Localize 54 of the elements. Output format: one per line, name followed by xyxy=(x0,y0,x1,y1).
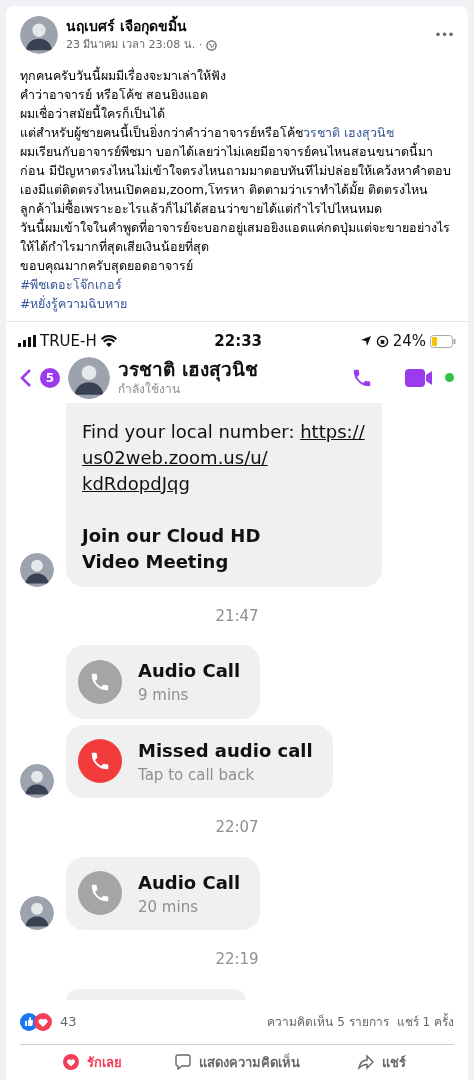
signal-icon xyxy=(18,335,36,348)
call-title: Audio Call xyxy=(138,870,241,895)
post-text: ทุกคนครับวันนี้ผมมีเรื่องจะมาเล่าให้ฟัง xyxy=(20,66,227,85)
wifi-icon xyxy=(100,335,117,348)
share-icon xyxy=(357,1054,374,1071)
call-bubble[interactable]: Missed audio call Tap to call back xyxy=(66,724,333,798)
message-link[interactable]: https:// xyxy=(300,420,365,442)
post-text: ขอบคุณมากครับสุดยอดอาจารย์ xyxy=(20,257,194,275)
message-text: Join our Cloud HD xyxy=(82,523,262,548)
message-link[interactable]: us02web.zoom.us/u/ xyxy=(82,446,268,468)
call-subtitle: 20 mins xyxy=(138,896,199,918)
post-text: ผมเชื่อว่าสมัยนี้ใครก็เป็นได้ xyxy=(20,104,166,123)
message-time: 21:47 xyxy=(215,605,259,627)
mention-link[interactable]: วรชาติ เฮงสุวนิช xyxy=(303,125,394,140)
contact-avatar xyxy=(68,356,110,399)
comment-count[interactable]: ความคิดเห็น 5 รายการ xyxy=(267,1012,389,1031)
author-name[interactable]: นฤเบศร์ เจือกุดขมิ้น xyxy=(66,16,427,38)
contact-status: กำลังใช้งาน xyxy=(118,381,181,397)
hashtag-link[interactable]: #หยั่งรู้ความฉิบหาย xyxy=(20,296,128,311)
call-subtitle: 9 mins xyxy=(138,685,190,706)
share-button[interactable]: แชร์ xyxy=(309,1052,454,1072)
call-bubble[interactable]: Audio Call 9 mins xyxy=(66,645,261,719)
share-count[interactable]: แชร์ 1 ครั้ง xyxy=(396,1012,454,1031)
contact-name[interactable]: วรชาติ เฮงสุวนิช xyxy=(118,358,343,382)
call-title: Audio Call xyxy=(138,659,241,683)
message-text: Find your local number: xyxy=(82,420,296,442)
post-time[interactable]: 23 มีนาคม เวลา 23:08 น. · xyxy=(66,37,203,54)
profile-avatar xyxy=(20,16,58,54)
message-text: Video Meeting xyxy=(82,549,230,574)
message-time: 22:19 xyxy=(215,949,259,970)
call-bubble[interactable]: Audio Call 20 mins xyxy=(66,856,261,930)
message-link[interactable]: kdRdopdJqg xyxy=(82,472,190,494)
reaction-count[interactable]: 43 xyxy=(60,1012,268,1032)
call-title: Missed audio call xyxy=(138,738,313,763)
battery-icon xyxy=(430,334,456,348)
post-text: ผมเรียนกับอาจารย์พีชมา บอกได้เลยว่าไม่เคยมีอาจารย์คนไหนสอนขนาดนี้มาก่อน มีปัญหาตรงไหนไม่เข้าใจตรงไหนถามมาตอบทันทีไม่ปล่อยให้เคว้งหาคำตอบเองมีแต่ติดตรงไหนเปิดคอม,zoom,โทรหา ติดตามว่าเราทำได้มั้ย ติดตรงไหน ลูกค้าไม่ซื้อเพราะอะไรแล้วก็ไม่ได้สอนว่าขายได้แต่กำไรไปไหนหมด xyxy=(20,142,452,218)
location-icon xyxy=(359,335,372,348)
post-text: คำว่าอาจารย์ หรือโค้ช สอนยิงแอด xyxy=(20,86,209,104)
lock-rotation-icon xyxy=(375,334,389,348)
comment-button[interactable]: แสดงความคิดเห็น xyxy=(164,1052,310,1072)
battery-label: 24% xyxy=(392,331,426,352)
call-subtitle: Tap to call back xyxy=(138,764,256,786)
status-clock: 22:33 xyxy=(213,331,264,352)
love-button[interactable]: รักเลย xyxy=(20,1052,165,1072)
carrier-label: TRUE-H xyxy=(40,331,97,352)
unread-badge: 5 xyxy=(40,367,60,388)
post-text: แต่สำหรับผู้ชายคนนี้เป็นยิ่งกว่าคำว่าอาจารย์หรือโค้ชวรชาติ เฮงสุวนิช xyxy=(20,123,395,142)
hashtag-link[interactable]: #พีชเดอะโจ๊กเกอร์ xyxy=(20,277,123,292)
back-icon[interactable] xyxy=(20,367,32,388)
post-text: วันนี้ผมเข้าใจในคำพูดที่อาจารย์จะบอกอยู่เสมอยิงแอดแค่กดปุ่มแต่จะขายอย่างไรให้ได้กำไรมากที่สุดเสียเงินน้อยที่สุด xyxy=(20,218,451,256)
message-time: 22:07 xyxy=(215,817,259,838)
comment-icon xyxy=(174,1054,191,1071)
more-button[interactable]: ••• xyxy=(434,26,454,44)
love-reaction-icon xyxy=(34,1012,52,1031)
